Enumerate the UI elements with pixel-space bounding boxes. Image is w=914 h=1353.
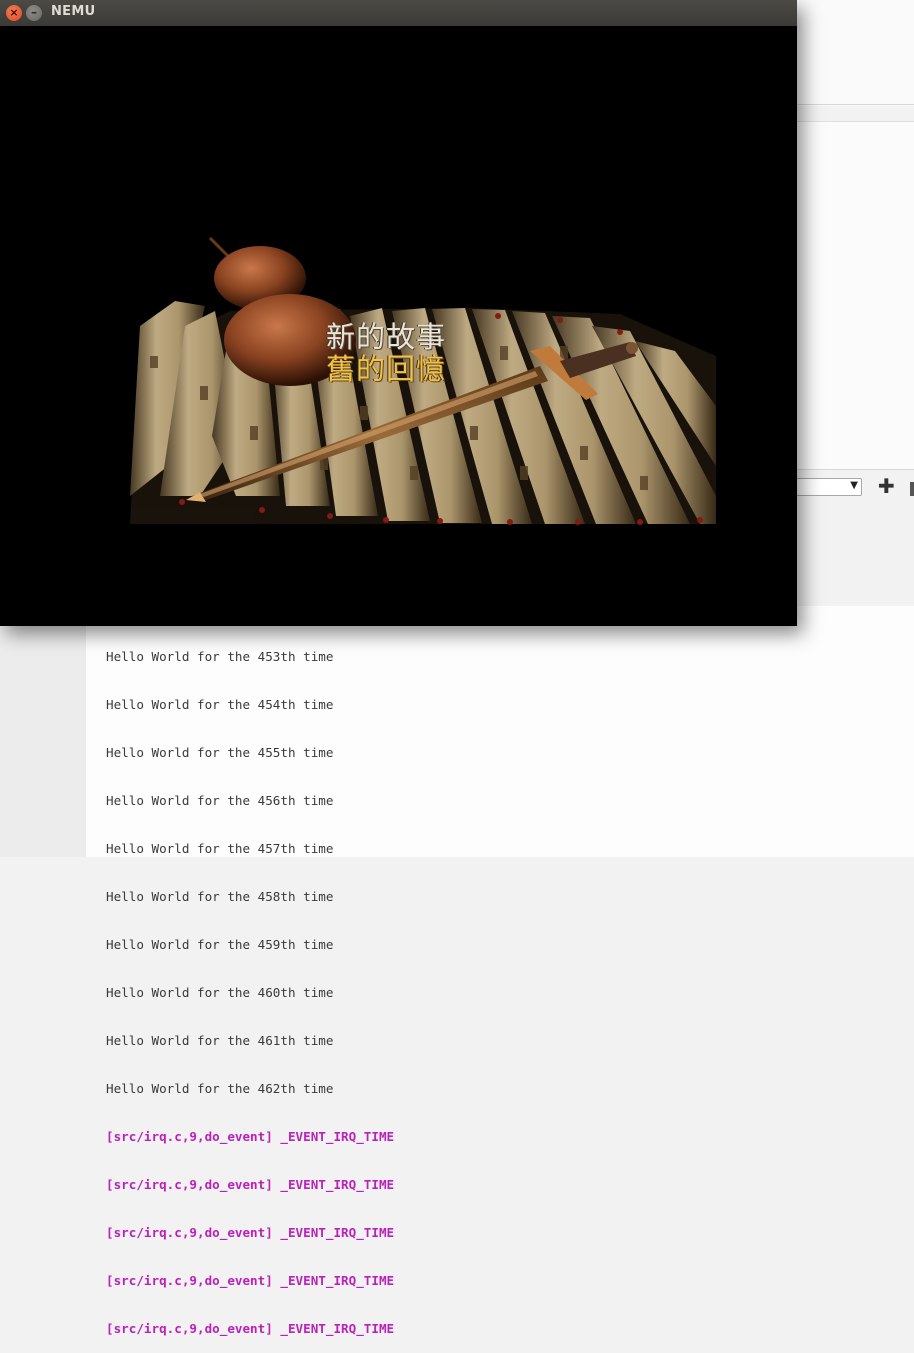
background-app-panel (797, 122, 914, 470)
window-title: NEMU (51, 4, 96, 19)
terminal-line-irq: [src/irq.c,9,do_event] _EVENT_IRQ_TIME (106, 1129, 395, 1144)
partial-button[interactable] (910, 482, 914, 496)
terminal-line: Hello World for the 453th time (106, 649, 334, 664)
terminal-line-irq: [src/irq.c,9,do_event] _EVENT_IRQ_TIME (106, 1225, 395, 1240)
add-button[interactable]: ✚ (878, 476, 895, 496)
side-strip (0, 626, 86, 857)
background-dropdown[interactable]: ▼ (790, 478, 862, 496)
terminal-line-irq: [src/irq.c,9,do_event] _EVENT_IRQ_TIME (106, 1321, 395, 1336)
divider (797, 104, 914, 105)
terminal-line: Hello World for the 458th time (106, 889, 334, 904)
terminal-line: Hello World for the 457th time (106, 841, 334, 856)
window-titlebar[interactable]: × – NEMU (0, 0, 797, 26)
terminal-line-irq: [src/irq.c,9,do_event] _EVENT_IRQ_TIME (106, 1273, 395, 1288)
terminal-line: Hello World for the 456th time (106, 793, 334, 808)
minimize-icon[interactable]: – (26, 5, 42, 21)
chevron-down-icon: ▼ (850, 480, 858, 491)
terminal-line: Hello World for the 461th time (106, 1033, 334, 1048)
terminal-line-irq: [src/irq.c,9,do_event] _EVENT_IRQ_TIME (106, 1177, 395, 1192)
terminal-line: Hello World for the 454th time (106, 697, 334, 712)
divider (797, 469, 914, 470)
terminal-line: Hello World for the 459th time (106, 937, 334, 952)
nemu-window: × – NEMU 新的故事 舊的回憶 (0, 0, 797, 626)
game-canvas[interactable]: 新的故事 舊的回憶 (0, 26, 797, 626)
terminal-line: Hello World for the 462th time (106, 1081, 334, 1096)
terminal-line: Hello World for the 460th time (106, 985, 334, 1000)
terminal-line: Hello World for the 455th time (106, 745, 334, 760)
terminal-lines: Hello World for the 453th time Hello Wor… (106, 617, 394, 1353)
close-icon[interactable]: × (6, 5, 22, 21)
game-caption-line2: 舊的回憶 (326, 352, 447, 386)
